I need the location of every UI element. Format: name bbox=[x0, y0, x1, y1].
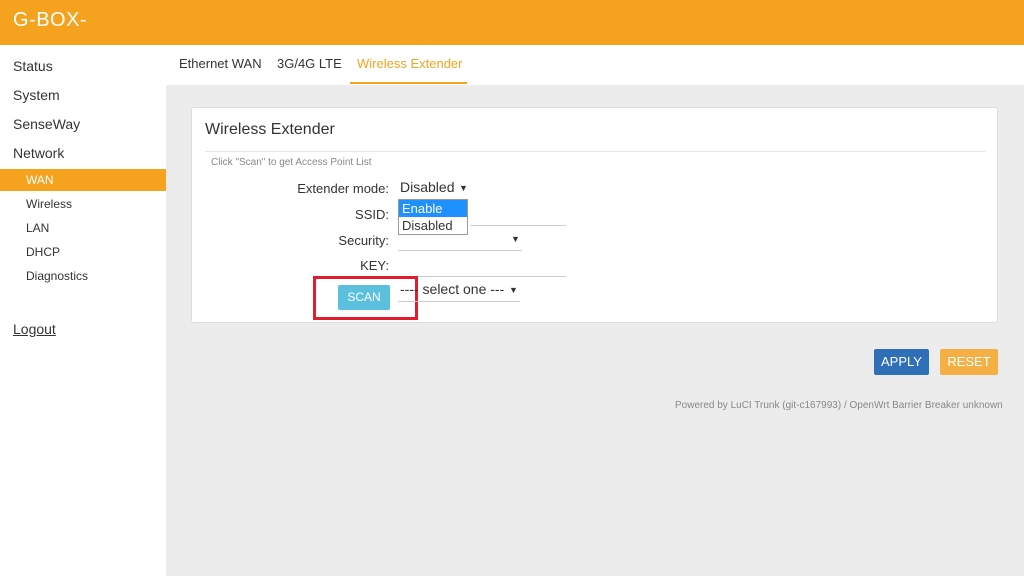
tab-ethernet-wan[interactable]: Ethernet WAN bbox=[179, 56, 262, 71]
panel-title: Wireless Extender bbox=[205, 121, 335, 138]
option-enable[interactable]: Enable bbox=[399, 200, 467, 217]
sidebar-subitem-dhcp[interactable]: DHCP bbox=[0, 241, 166, 263]
active-tab-indicator bbox=[350, 82, 467, 84]
sidebar-subitem-wireless[interactable]: Wireless bbox=[0, 193, 166, 215]
ap-select-value: ---- select one --- bbox=[400, 281, 505, 297]
tab-bar: Ethernet WAN 3G/4G LTE Wireless Extender bbox=[166, 45, 1024, 85]
extender-mode-value: Disabled bbox=[400, 179, 455, 195]
ap-select-underline bbox=[398, 301, 520, 302]
chevron-down-icon: ▼ bbox=[459, 183, 468, 193]
sidebar: Status System SenseWay Network WAN Wirel… bbox=[0, 45, 166, 576]
footer-text: Powered by LuCI Trunk (git-c167993) / Op… bbox=[675, 400, 1003, 411]
reset-button[interactable]: RESET bbox=[940, 349, 998, 375]
sidebar-subitem-wan[interactable]: WAN bbox=[0, 169, 166, 191]
sidebar-item-network[interactable]: Network bbox=[13, 145, 64, 161]
extender-mode-dropdown: Enable Disabled bbox=[398, 199, 468, 235]
chevron-down-icon: ▼ bbox=[511, 234, 520, 244]
apply-button[interactable]: APPLY bbox=[874, 349, 929, 375]
tab-wireless-extender[interactable]: Wireless Extender bbox=[357, 56, 462, 71]
wireless-extender-panel: Wireless Extender Click "Scan" to get Ac… bbox=[191, 107, 998, 323]
ssid-label: SSID: bbox=[355, 207, 389, 222]
extender-mode-label: Extender mode: bbox=[297, 181, 389, 196]
chevron-down-icon: ▼ bbox=[509, 285, 518, 295]
sidebar-subitem-diagnostics[interactable]: Diagnostics bbox=[0, 265, 166, 287]
sidebar-subitem-lan[interactable]: LAN bbox=[0, 217, 166, 239]
logout-link[interactable]: Logout bbox=[13, 321, 56, 337]
key-label: KEY: bbox=[360, 258, 389, 273]
security-label: Security: bbox=[338, 233, 389, 248]
brand-logo[interactable]: G-BOX- bbox=[13, 9, 87, 32]
security-underline bbox=[398, 250, 522, 251]
sidebar-item-senseway[interactable]: SenseWay bbox=[13, 116, 80, 132]
key-input[interactable] bbox=[398, 276, 566, 277]
top-header: G-BOX- bbox=[0, 0, 1024, 45]
option-disabled[interactable]: Disabled bbox=[399, 217, 467, 234]
ssid-input[interactable] bbox=[470, 225, 566, 226]
sidebar-item-system[interactable]: System bbox=[13, 87, 60, 103]
sidebar-item-status[interactable]: Status bbox=[13, 58, 53, 74]
scan-hint: Click "Scan" to get Access Point List bbox=[211, 157, 372, 168]
tab-3g4g-lte[interactable]: 3G/4G LTE bbox=[277, 56, 342, 71]
panel-divider bbox=[205, 151, 986, 152]
